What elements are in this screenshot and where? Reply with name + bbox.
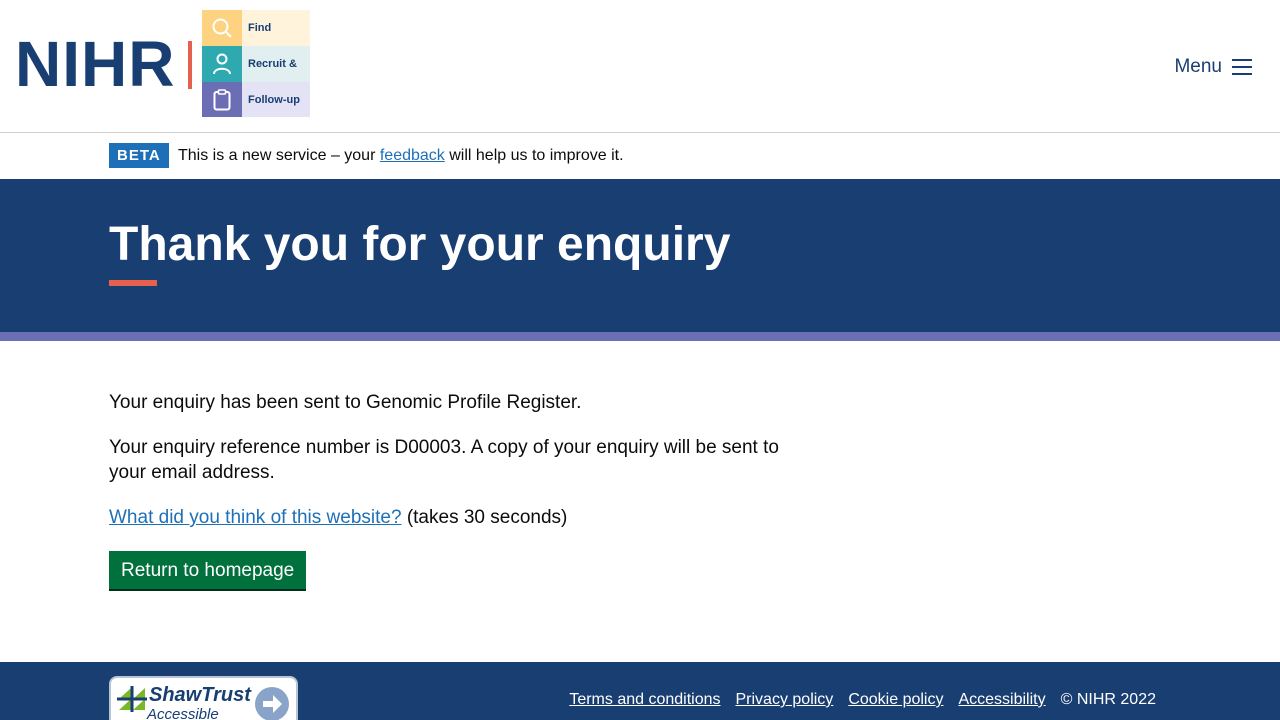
logo-tile-label: Recruit & xyxy=(242,46,310,82)
site-footer: ShawTrust Accessible Terms and condition… xyxy=(0,662,1280,720)
phase-banner-text: This is a new service – your feedback wi… xyxy=(178,146,624,166)
main-content: Your enquiry has been sent to Genomic Pr… xyxy=(109,390,809,589)
return-to-homepage-button[interactable]: Return to homepage xyxy=(109,551,307,589)
privacy-policy-link[interactable]: Privacy policy xyxy=(736,691,834,709)
site-header: NIHR Find Recruit & Follow-up Menu xyxy=(0,0,1280,133)
survey-paragraph: What did you think of this website? (tak… xyxy=(109,505,809,530)
badge-subtitle: Accessible xyxy=(147,706,219,720)
badge-name: ShawTrust xyxy=(149,684,251,706)
nihr-logo-link[interactable]: NIHR Find Recruit & Follow-up xyxy=(15,10,310,117)
website-survey-link[interactable]: What did you think of this website? xyxy=(109,507,402,528)
beta-tag: BETA xyxy=(109,143,169,168)
service-logo-tiles: Find Recruit & Follow-up xyxy=(202,10,310,117)
arrow-right-icon xyxy=(254,686,290,720)
nihr-logo-text: NIHR xyxy=(15,28,176,100)
hamburger-icon xyxy=(1232,59,1252,75)
footer-links: Terms and conditions Privacy policy Cook… xyxy=(569,691,1156,709)
page-title: Thank you for your enquiry xyxy=(109,218,731,271)
phase-text-after: will help us to improve it. xyxy=(444,147,624,164)
logo-tile-label: Follow-up xyxy=(242,82,310,117)
phase-text-before: This is a new service – your xyxy=(178,147,380,164)
shaw-trust-accessible-badge[interactable]: ShawTrust Accessible xyxy=(109,676,298,720)
title-underline-accent xyxy=(109,280,157,286)
logo-tile-followup: Follow-up xyxy=(202,82,310,117)
enquiry-reference-text: Your enquiry reference number is D00003.… xyxy=(109,437,779,483)
logo-tile-find: Find xyxy=(202,10,310,46)
copyright-text: © NIHR 2022 xyxy=(1060,691,1156,708)
phase-banner: BETA This is a new service – your feedba… xyxy=(0,133,1280,179)
page-hero: Thank you for your enquiry xyxy=(0,179,1280,332)
logo-tile-recruit: Recruit & xyxy=(202,46,310,82)
menu-label: Menu xyxy=(1174,56,1222,77)
survey-duration-text: (takes 30 seconds) xyxy=(401,507,568,528)
enquiry-sent-text: Your enquiry has been sent to Genomic Pr… xyxy=(109,392,582,413)
feedback-link[interactable]: feedback xyxy=(380,147,445,164)
cookie-policy-link[interactable]: Cookie policy xyxy=(848,691,943,709)
hero-stripe xyxy=(0,332,1280,341)
terms-and-conditions-link[interactable]: Terms and conditions xyxy=(569,691,720,709)
person-icon xyxy=(202,46,242,82)
accessibility-link[interactable]: Accessibility xyxy=(958,691,1045,709)
shaw-trust-logo-icon xyxy=(117,686,147,712)
menu-button[interactable]: Menu xyxy=(1174,54,1252,80)
search-icon xyxy=(202,10,242,46)
logo-divider xyxy=(188,41,192,89)
clipboard-icon xyxy=(202,82,242,117)
logo-tile-label: Find xyxy=(242,10,310,46)
